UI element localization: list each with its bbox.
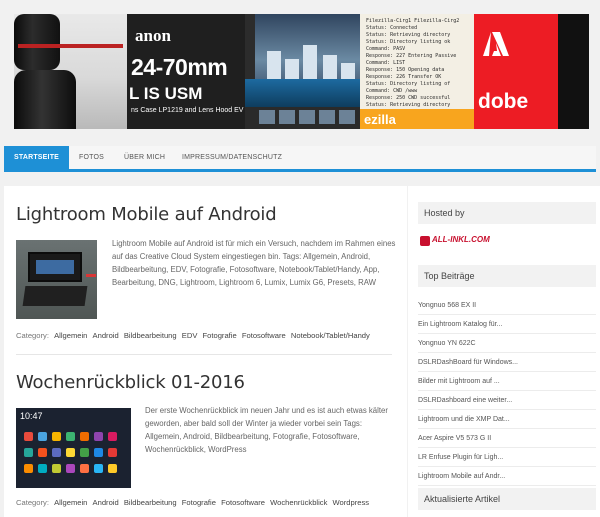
banner-image-filezilla: Filezilla-Cirg1 Filezilla-Cirg2 Status: … — [360, 14, 474, 129]
widget-title-top-beitraege: Top Beiträge — [418, 265, 596, 287]
banner-image-cityscape — [245, 14, 360, 129]
tablet-screen-graphic — [28, 252, 82, 282]
lens-case-text: ns Case LP1219 and Lens Hood EV — [131, 107, 244, 114]
post-categories: Category: Allgemein Android Bildbearbeit… — [16, 498, 369, 507]
nav-item-ueber-mich[interactable]: Über mich — [124, 146, 165, 169]
nav-item-startseite[interactable]: Startseite — [4, 146, 70, 169]
category-link[interactable]: Fotografie — [182, 498, 216, 507]
category-link[interactable]: Bildbearbeitung — [124, 331, 177, 340]
top-post-link[interactable]: Ein Lightroom Katalog für... — [418, 315, 596, 334]
category-link[interactable]: Android — [93, 498, 119, 507]
category-link[interactable]: Fotografie — [203, 331, 237, 340]
keyboard-graphic — [22, 286, 88, 306]
banner-image-canon-box: anon 24-70mm L IS USM ns Case LP1219 and… — [127, 14, 245, 129]
lens-usm-text: L IS USM — [129, 84, 203, 103]
post-title-lightroom[interactable]: Lightroom Mobile auf Android — [16, 204, 277, 225]
post-thumbnail-android-tablet[interactable]: 10:47 — [16, 408, 131, 488]
top-post-link[interactable]: Lightroom Mobile auf Andr... — [418, 467, 596, 486]
post-excerpt: Lightroom Mobile auf Android ist für mic… — [112, 239, 396, 287]
top-post-link[interactable]: DSLRDashBoard für Windows... — [418, 353, 596, 372]
post-divider — [16, 354, 392, 355]
canon-brand-text: anon — [135, 26, 171, 45]
cable-graphic — [86, 274, 96, 277]
lens-zoom-text: 24-70mm — [131, 54, 228, 80]
category-link[interactable]: Fotosoftware — [242, 331, 286, 340]
adobe-red-panel: dobe — [474, 14, 558, 129]
top-post-link[interactable]: Yongnuo 568 EX II — [418, 296, 596, 315]
building-graphic — [323, 55, 337, 81]
lens-large-graphic — [14, 44, 123, 129]
post-categories: Category: Allgemein Android Bildbearbeit… — [16, 331, 370, 340]
banner-dark-edge — [558, 14, 589, 129]
building-graphic — [303, 45, 317, 81]
filezilla-bar: ezilla — [360, 109, 474, 129]
main-navigation: Startseite Fotos Über mich Impressum/Dat… — [4, 146, 596, 172]
banner-image-adobe: dobe — [474, 14, 589, 129]
filmstrip-graphic — [245, 107, 360, 129]
post-thumbnail-tablet[interactable] — [16, 240, 97, 319]
tablet-clock-text: 10:47 — [20, 411, 43, 421]
lens-small-graphic — [14, 14, 60, 70]
main-content: Lightroom Mobile auf Android Lightroom M… — [4, 186, 407, 517]
category-link[interactable]: EDV — [182, 331, 198, 340]
building-graphic — [285, 59, 299, 81]
top-post-link[interactable]: DSLRDashboard eine weiter... — [418, 391, 596, 410]
category-link[interactable]: Fotosoftware — [221, 498, 265, 507]
filezilla-text: ezilla — [364, 112, 396, 127]
top-post-link[interactable]: Yongnuo YN 622C — [418, 334, 596, 353]
category-link[interactable]: Notebook/Tablet/Handy — [291, 331, 370, 340]
nav-item-fotos[interactable]: Fotos — [79, 146, 104, 169]
sidebar: Hosted by ALL-INKL.COM Top Beiträge Yong… — [408, 186, 600, 517]
banner-image-lenses — [14, 14, 127, 129]
post-excerpt: Der erste Wochenrückblick im neuen Jahr … — [145, 406, 388, 454]
top-post-link[interactable]: LR Enfuse Plugin für Ligh... — [418, 448, 596, 467]
nav-item-impressum[interactable]: Impressum/Datenschutz — [182, 146, 282, 169]
widget-title-hosted-by: Hosted by — [418, 202, 596, 224]
water-graphic — [245, 79, 360, 107]
category-link[interactable]: Android — [93, 331, 119, 340]
header-banner: anon 24-70mm L IS USM ns Case LP1219 and… — [14, 14, 589, 129]
category-label: Category: — [16, 498, 49, 507]
adobe-logo-icon — [483, 32, 509, 56]
category-link[interactable]: Wochenrückblick — [270, 498, 327, 507]
top-post-link[interactable]: Lightroom und die XMP Dat... — [418, 410, 596, 429]
top-posts-list: Yongnuo 568 EX II Ein Lightroom Katalog … — [418, 296, 596, 486]
category-link[interactable]: Allgemein — [54, 331, 87, 340]
category-label: Category: — [16, 331, 49, 340]
allinkl-logo-icon — [420, 236, 430, 246]
category-link[interactable]: Allgemein — [54, 498, 87, 507]
category-link[interactable]: Wordpress — [333, 498, 370, 507]
adobe-brand-text: dobe — [478, 90, 529, 113]
post-title-wochenrueckblick[interactable]: Wochenrückblick 01-2016 — [16, 372, 245, 393]
category-link[interactable]: Bildbearbeitung — [124, 498, 177, 507]
top-post-link[interactable]: Acer Aspire V5 573 G II — [418, 429, 596, 448]
allinkl-logo-text: ALL-INKL.COM — [432, 235, 490, 244]
widget-title-aktualisierte-artikel: Aktualisierte Artikel — [418, 488, 596, 510]
top-post-link[interactable]: Bilder mit Lightroom auf ... — [418, 372, 596, 391]
building-graphic — [267, 51, 281, 81]
ftp-log-text: Filezilla-Cirg1 Filezilla-Cirg2 Status: … — [366, 18, 460, 108]
